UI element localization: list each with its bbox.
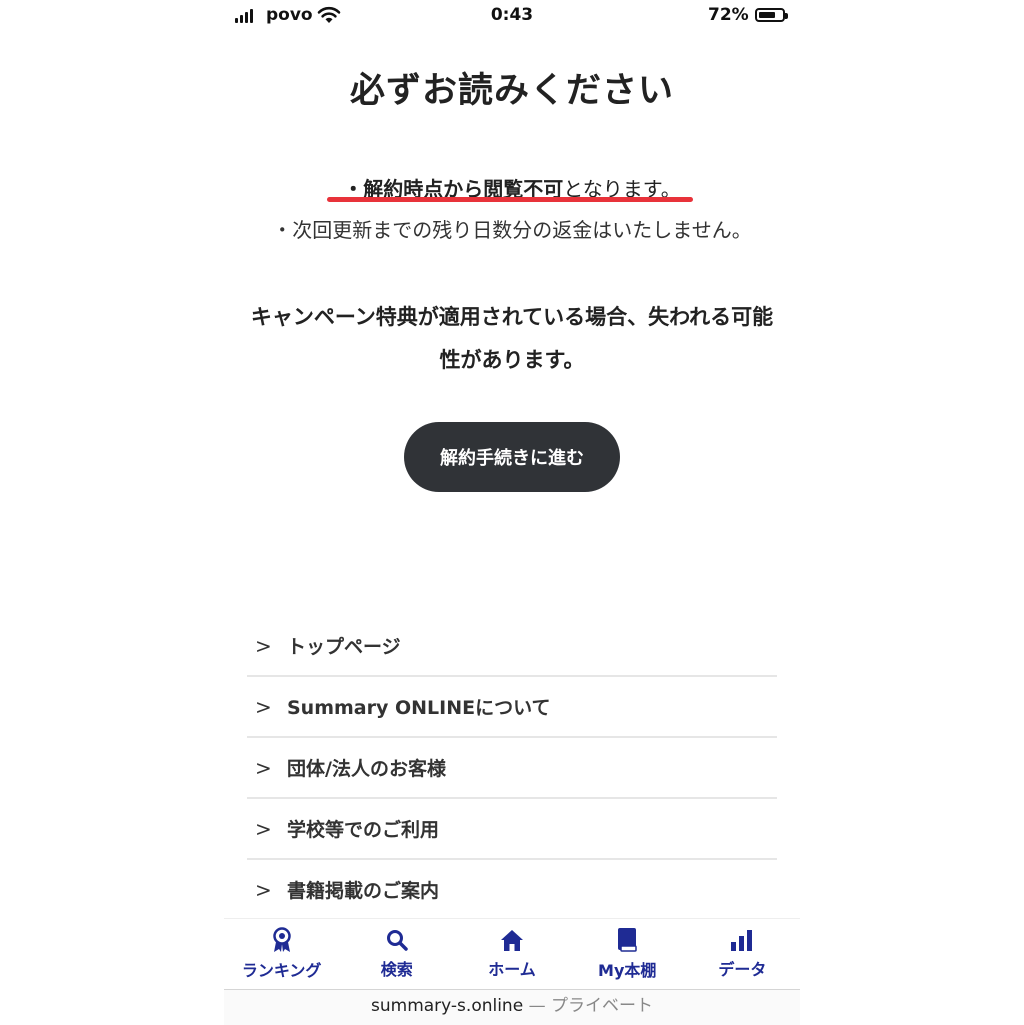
menu-item-about[interactable]: > Summary ONLINEについて xyxy=(247,677,777,738)
tab-label: My本棚 xyxy=(598,961,657,980)
tab-label: 検索 xyxy=(380,960,413,979)
tab-home[interactable]: ホーム xyxy=(454,919,569,989)
bottom-tab-bar: ランキング 検索 ホーム My本棚 データ xyxy=(224,918,800,989)
chevron-right-icon: > xyxy=(255,633,272,658)
battery-icon xyxy=(755,8,788,22)
menu-item-schools[interactable]: > 学校等でのご利用 xyxy=(247,799,777,860)
bar-chart-icon xyxy=(731,930,753,951)
phone-screen: povo 0:43 72% 必ずお読みください ・解約時点から閲覧不可となります… xyxy=(224,0,800,1025)
menu-item-label: 書籍掲載のご案内 xyxy=(287,880,440,902)
tab-label: データ xyxy=(718,960,767,979)
book-icon xyxy=(618,928,637,952)
chevron-right-icon: > xyxy=(255,877,272,902)
footer-menu: > トップページ > Summary ONLINEについて > 団体/法人のお客様 >… xyxy=(247,616,777,919)
ranking-medal-icon xyxy=(272,927,291,952)
notice-no-refund: ・次回更新までの残り日数分の返金はいたしません。 xyxy=(272,218,752,242)
tab-my-bookshelf[interactable]: My本棚 xyxy=(570,919,685,989)
private-mode-label: — プライベート xyxy=(528,996,653,1016)
search-icon xyxy=(386,930,408,951)
red-underline xyxy=(327,197,693,202)
menu-item-top-page[interactable]: > トップページ xyxy=(247,616,777,677)
chevron-right-icon: > xyxy=(255,694,272,719)
battery-percent: 72% xyxy=(708,5,749,25)
page-title: 必ずお読みください xyxy=(349,71,674,111)
tab-ranking[interactable]: ランキング xyxy=(224,919,339,989)
menu-item-label: 学校等でのご利用 xyxy=(287,819,440,841)
menu-item-label: Summary ONLINEについて xyxy=(287,697,551,719)
tab-label: ランキング xyxy=(241,961,322,980)
proceed-cancellation-button[interactable]: 解約手続きに進む xyxy=(404,422,620,492)
tab-label: ホーム xyxy=(488,960,536,979)
campaign-warning: キャンペーン特典が適用されている場合、失われる可能性があります。 xyxy=(250,305,774,372)
browser-url-bar[interactable]: summary-s.online — プライベート xyxy=(224,989,800,1025)
url-text: summary-s.online xyxy=(371,996,524,1016)
menu-item-book-listing[interactable]: > 書籍掲載のご案内 xyxy=(247,860,777,919)
menu-item-label: 団体/法人のお客様 xyxy=(287,758,446,780)
tab-data[interactable]: データ xyxy=(685,919,800,989)
chevron-right-icon: > xyxy=(255,755,272,780)
menu-item-corporate[interactable]: > 団体/法人のお客様 xyxy=(247,738,777,799)
tab-search[interactable]: 検索 xyxy=(339,919,454,989)
home-icon xyxy=(501,930,523,951)
chevron-right-icon: > xyxy=(255,816,272,841)
menu-item-label: トップページ xyxy=(287,636,401,658)
status-bar: povo 0:43 72% xyxy=(224,0,800,32)
